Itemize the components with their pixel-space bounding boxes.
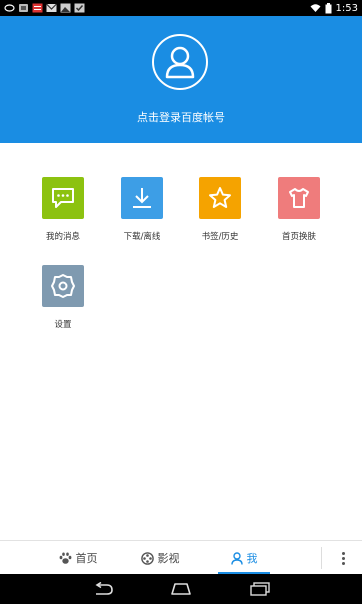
tshirt-icon: [289, 188, 309, 208]
downloads-tile: [121, 177, 163, 219]
settings-tile: [42, 265, 84, 307]
tab-divider: [321, 547, 322, 569]
status-time: 1:53: [335, 2, 358, 14]
tab-me[interactable]: 我: [214, 541, 274, 575]
person-icon: [230, 551, 243, 565]
tab-label: 首页: [75, 552, 98, 565]
recents-icon: [250, 582, 270, 596]
wifi-icon: [310, 4, 321, 12]
tab-label: 影视: [157, 552, 180, 565]
more-dot-icon: [341, 561, 345, 565]
download-icon: [133, 188, 151, 208]
bookmarks-tile: [199, 177, 241, 219]
battery-icon: [325, 2, 332, 13]
home-button[interactable]: [169, 579, 193, 599]
grid-label: 我的消息: [45, 232, 80, 242]
bottom-tab-bar: 首页 影视 我: [0, 540, 362, 575]
grid-item-downloads[interactable]: 下载/离线: [107, 177, 177, 242]
news-icon: [32, 3, 43, 13]
status-bar-system: 1:53: [310, 2, 362, 14]
recents-button[interactable]: [248, 579, 272, 599]
image-icon: [60, 3, 71, 13]
home-icon: [171, 583, 191, 595]
paw-icon: [59, 552, 71, 564]
notification-icon: [4, 4, 15, 12]
gmail-icon: [46, 3, 57, 12]
film-reel-icon: [140, 551, 154, 565]
check-icon: [74, 3, 85, 13]
avatar[interactable]: [152, 34, 208, 90]
status-bar: 1:53: [0, 0, 362, 16]
star-icon: [209, 187, 231, 208]
app-icon: [19, 4, 28, 12]
account-header: 点击登录百度帐号: [0, 16, 362, 143]
more-menu-button[interactable]: [333, 546, 353, 570]
grid-label: 下载/离线: [123, 232, 161, 242]
grid-label: 设置: [54, 320, 72, 330]
status-bar-notifications: [0, 3, 85, 13]
skin-tile: [278, 177, 320, 219]
message-icon: [52, 188, 74, 208]
tab-video[interactable]: 影视: [130, 541, 190, 575]
tab-label: 我: [246, 552, 258, 565]
grid-label: 首页换肤: [281, 232, 316, 242]
back-icon: [95, 582, 113, 595]
grid-item-messages[interactable]: 我的消息: [28, 177, 98, 242]
system-nav-bar: [0, 574, 362, 604]
more-dot-icon: [341, 551, 345, 555]
back-button[interactable]: [91, 579, 115, 599]
user-icon: [165, 46, 195, 79]
grid-label: 书签/历史: [201, 232, 239, 242]
settings-icon: [51, 274, 75, 298]
grid-item-bookmarks[interactable]: 书签/历史: [185, 177, 255, 242]
login-link[interactable]: 点击登录百度帐号: [0, 109, 362, 125]
grid-item-settings[interactable]: 设置: [28, 265, 98, 330]
grid-item-skin[interactable]: 首页换肤: [264, 177, 334, 242]
more-dot-icon: [341, 556, 345, 560]
messages-tile: [42, 177, 84, 219]
tab-home[interactable]: 首页: [48, 541, 108, 575]
